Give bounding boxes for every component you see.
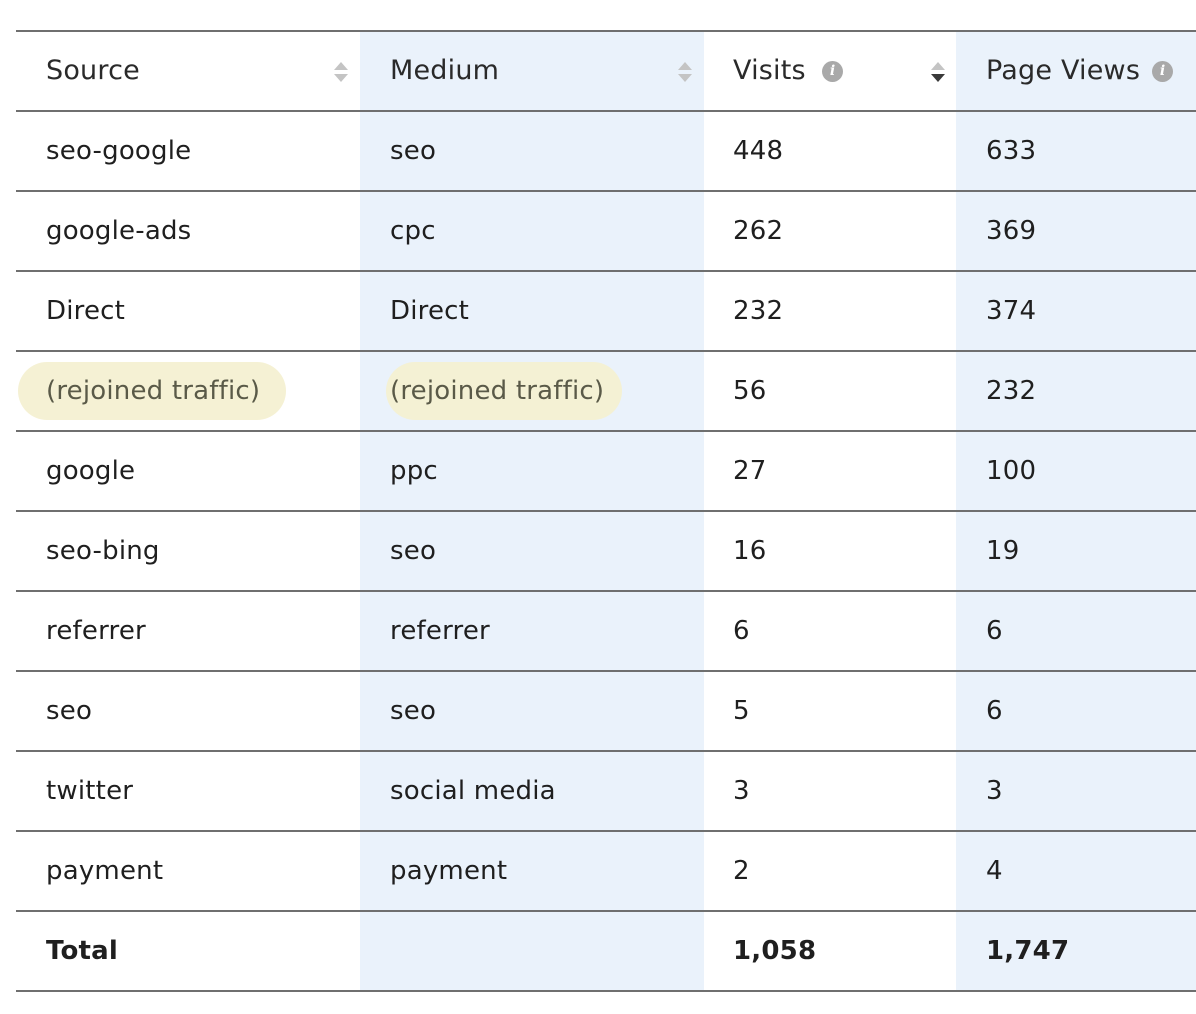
- page-views-cell: 100: [986, 456, 1037, 486]
- table-row-highlighted: (rejoined traffic) (rejoined traffic) 56…: [16, 350, 1196, 430]
- source-cell: seo-bing: [46, 536, 160, 566]
- page-views-cell: 633: [986, 136, 1037, 166]
- source-cell: seo: [46, 696, 93, 726]
- table-row: payment payment 2 4: [16, 830, 1196, 910]
- medium-cell: Direct: [390, 296, 470, 326]
- visits-cell: 56: [733, 376, 767, 406]
- table-row: seo-google seo 448 633: [16, 110, 1196, 190]
- table-row: Direct Direct 232 374: [16, 270, 1196, 350]
- info-icon[interactable]: i: [1152, 61, 1173, 82]
- source-cell: (rejoined traffic): [46, 376, 261, 406]
- source-cell: Direct: [46, 296, 126, 326]
- visits-cell: 448: [733, 136, 784, 166]
- visits-cell: 262: [733, 216, 784, 246]
- medium-cell: payment: [390, 856, 508, 886]
- column-header-source[interactable]: Source: [46, 32, 140, 110]
- medium-cell: seo: [390, 136, 437, 166]
- table-header-row: Source Medium Visits i Page Views i: [16, 30, 1196, 110]
- visits-cell: 232: [733, 296, 784, 326]
- visits-cell: 6: [733, 616, 750, 646]
- traffic-sources-table: Source Medium Visits i Page Views i seo-…: [16, 30, 1196, 992]
- medium-cell: ppc: [390, 456, 438, 486]
- medium-cell: referrer: [390, 616, 490, 646]
- medium-cell: seo: [390, 536, 437, 566]
- table-row: google ppc 27 100: [16, 430, 1196, 510]
- page-views-cell: 374: [986, 296, 1037, 326]
- table-row: seo-bing seo 16 19: [16, 510, 1196, 590]
- medium-cell: cpc: [390, 216, 436, 246]
- visits-cell: 5: [733, 696, 750, 726]
- source-cell: google: [46, 456, 136, 486]
- page-views-cell: 232: [986, 376, 1037, 406]
- source-cell: twitter: [46, 776, 134, 806]
- info-icon[interactable]: i: [822, 61, 843, 82]
- total-visits: 1,058: [733, 936, 817, 966]
- total-row: Total 1,058 1,747: [16, 910, 1196, 992]
- column-header-visits[interactable]: Visits: [733, 32, 806, 110]
- page-views-cell: 6: [986, 696, 1003, 726]
- table-row: google-ads cpc 262 369: [16, 190, 1196, 270]
- page-views-cell: 3: [986, 776, 1003, 806]
- medium-cell: social media: [390, 776, 556, 806]
- source-cell: google-ads: [46, 216, 192, 246]
- source-cell: payment: [46, 856, 164, 886]
- visits-cell: 16: [733, 536, 767, 566]
- visits-cell: 27: [733, 456, 767, 486]
- source-cell: seo-google: [46, 136, 192, 166]
- table-row: seo seo 5 6: [16, 670, 1196, 750]
- source-cell: referrer: [46, 616, 146, 646]
- table-row: twitter social media 3 3: [16, 750, 1196, 830]
- page-views-cell: 19: [986, 536, 1020, 566]
- column-header-page-views[interactable]: Page Views: [986, 32, 1140, 110]
- visits-cell: 2: [733, 856, 750, 886]
- sort-descending-icon[interactable]: [930, 60, 946, 84]
- page-views-cell: 6: [986, 616, 1003, 646]
- total-page-views: 1,747: [986, 936, 1070, 966]
- sort-icon[interactable]: [333, 60, 349, 84]
- medium-cell: (rejoined traffic): [390, 376, 605, 406]
- medium-cell: seo: [390, 696, 437, 726]
- page-views-cell: 4: [986, 856, 1003, 886]
- total-label: Total: [46, 936, 119, 966]
- table-row: referrer referrer 6 6: [16, 590, 1196, 670]
- page-views-cell: 369: [986, 216, 1037, 246]
- sort-icon[interactable]: [677, 60, 693, 84]
- column-header-medium[interactable]: Medium: [390, 32, 499, 110]
- visits-cell: 3: [733, 776, 750, 806]
